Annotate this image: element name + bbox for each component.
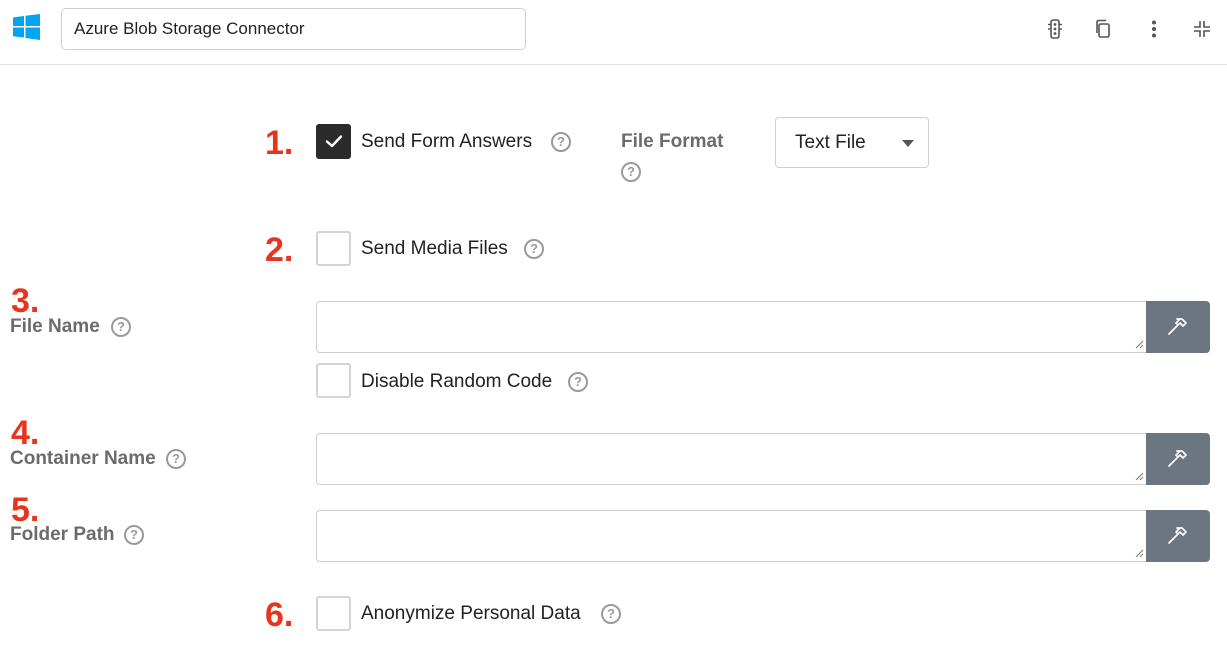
disable-random-code-checkbox[interactable] <box>316 363 351 398</box>
annotation-number-4: 4. <box>11 414 40 452</box>
windows-logo-icon <box>13 14 40 40</box>
caret-down-icon <box>902 140 914 147</box>
container-name-builder-button[interactable] <box>1146 433 1210 485</box>
annotation-number-5: 5. <box>11 491 40 529</box>
top-bar <box>0 0 1227 65</box>
file-name-input[interactable] <box>316 301 1148 353</box>
anonymize-personal-data-checkbox[interactable] <box>316 596 351 631</box>
folder-path-label: Folder Path <box>10 524 115 545</box>
container-name-label: Container Name <box>10 448 156 469</box>
send-form-answers-checkbox[interactable] <box>316 124 351 159</box>
annotation-number-1: 1. <box>265 124 294 162</box>
file-name-label: File Name <box>10 316 100 337</box>
file-format-selected-value: Text File <box>795 132 866 153</box>
folder-path-builder-button[interactable] <box>1146 510 1210 562</box>
connector-title-input[interactable] <box>61 8 526 50</box>
collapse-icon[interactable] <box>1191 18 1213 40</box>
anonymize-personal-data-label: Anonymize Personal Data <box>361 603 581 624</box>
annotation-number-2: 2. <box>265 231 294 269</box>
resize-grip-icon[interactable] <box>1135 472 1144 481</box>
send-media-files-checkbox[interactable] <box>316 231 351 266</box>
disable-random-code-label: Disable Random Code <box>361 371 553 392</box>
file-name-builder-button[interactable] <box>1146 301 1210 353</box>
help-icon[interactable]: ? <box>524 239 544 259</box>
folder-path-input[interactable] <box>316 510 1148 562</box>
hammer-icon <box>1168 527 1187 544</box>
help-icon[interactable]: ? <box>124 525 144 545</box>
traffic-light-icon[interactable] <box>1044 18 1066 40</box>
resize-grip-icon[interactable] <box>1135 549 1144 558</box>
help-icon[interactable]: ? <box>601 604 621 624</box>
copy-icon[interactable] <box>1092 18 1114 40</box>
hammer-icon <box>1168 450 1187 467</box>
file-format-label: File Format <box>621 131 724 152</box>
checkmark-icon <box>325 135 343 148</box>
help-icon[interactable]: ? <box>568 372 588 392</box>
container-name-input[interactable] <box>316 433 1148 485</box>
more-vertical-icon[interactable] <box>1143 18 1165 40</box>
hammer-icon <box>1168 318 1187 335</box>
annotation-number-6: 6. <box>265 596 294 634</box>
help-icon[interactable]: ? <box>111 317 131 337</box>
send-form-answers-label: Send Form Answers <box>361 131 533 152</box>
resize-grip-icon[interactable] <box>1135 340 1144 349</box>
file-format-select[interactable]: Text File <box>775 117 929 168</box>
help-icon[interactable]: ? <box>621 162 641 182</box>
help-icon[interactable]: ? <box>551 132 571 152</box>
send-media-files-label: Send Media Files <box>361 238 508 259</box>
help-icon[interactable]: ? <box>166 449 186 469</box>
annotation-number-3: 3. <box>11 282 40 320</box>
